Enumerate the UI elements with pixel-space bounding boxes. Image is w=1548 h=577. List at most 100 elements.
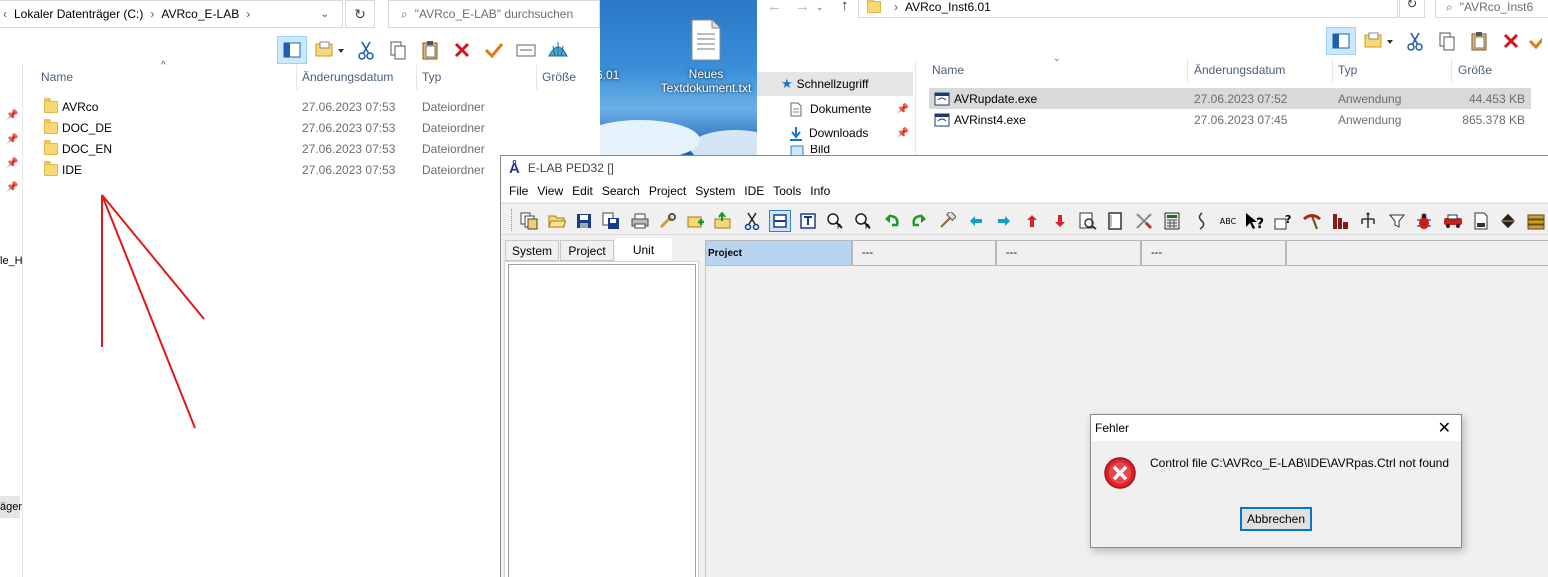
script-button[interactable] (1190, 210, 1212, 232)
search-input[interactable]: ⌕ "AVRco_Inst6 (1435, 0, 1548, 18)
chevron-down-icon[interactable]: ⌄ (816, 2, 824, 13)
nav-pane-divider[interactable] (22, 64, 23, 577)
arrow-down-button[interactable] (1049, 210, 1071, 232)
debug-button[interactable] (1413, 210, 1435, 232)
desktop-file-icon[interactable]: Neues Textdokument.txt (654, 18, 757, 95)
undo-button[interactable] (881, 210, 903, 232)
title-bar[interactable]: Å E-LAB PED32 [] (501, 156, 1548, 180)
preview-pane-button[interactable] (1326, 27, 1356, 55)
open-folder-button[interactable] (546, 210, 568, 232)
search-input[interactable]: ⌕ "AVRco_E-LAB" durchsuchen (388, 0, 600, 28)
preview-pane-button[interactable] (277, 36, 307, 64)
menu-system[interactable]: System (695, 184, 735, 198)
delete-button[interactable] (447, 36, 477, 64)
find-button[interactable]: F (824, 210, 846, 232)
breadcrumb-item[interactable]: Lokaler Datenträger (C:) (14, 7, 143, 21)
spellcheck-button[interactable]: ABC (1217, 210, 1239, 232)
chevron-down-icon[interactable]: ⌄ (321, 9, 329, 20)
help-button[interactable]: ? (1244, 210, 1266, 232)
cut-button[interactable] (351, 36, 381, 64)
tab-system[interactable]: System (505, 240, 559, 261)
open-files-button[interactable] (518, 210, 540, 232)
copy-button[interactable] (383, 36, 413, 64)
menu-file[interactable]: File (509, 184, 528, 198)
address-bar[interactable]: ‹ Lokaler Datenträger (C:) › AVRco_E-LAB… (0, 0, 343, 28)
arrow-right-button[interactable] (993, 210, 1015, 232)
file-row[interactable]: DOC_DE 27.06.2023 07:53 Dateiordner (40, 117, 590, 138)
filter-button[interactable] (1386, 210, 1408, 232)
file-row[interactable]: AVRupdate.exe 27.06.2023 07:52 Anwendung… (929, 88, 1531, 109)
editor-tab-project[interactable]: Project (705, 240, 852, 266)
breadcrumb-item[interactable]: AVRco_Inst6.01 (905, 0, 991, 14)
nav-item-documents[interactable]: Dokumente 📌 (757, 97, 913, 121)
editor-tab[interactable]: --- (852, 240, 996, 266)
books-button[interactable] (1525, 210, 1547, 232)
desktop-icon-label-fragment[interactable]: 6.01 (600, 68, 619, 82)
up-arrow-icon[interactable]: ↑ (841, 0, 849, 14)
column-header-date[interactable]: Änderungsdatum (302, 70, 393, 84)
column-divider[interactable] (416, 65, 417, 90)
column-divider[interactable] (1451, 58, 1452, 83)
column-header-size[interactable]: Größe (542, 70, 576, 84)
page-button[interactable] (1104, 210, 1126, 232)
cancel-button[interactable]: Abbrechen (1240, 507, 1312, 531)
print-button[interactable] (629, 210, 651, 232)
calculator-button[interactable] (1161, 210, 1183, 232)
column-header-name[interactable]: Name (932, 63, 964, 77)
rename-button[interactable] (1528, 27, 1542, 55)
menu-edit[interactable]: Edit (572, 184, 593, 198)
menu-ide[interactable]: IDE (744, 184, 764, 198)
upload-button[interactable] (712, 210, 734, 232)
back-arrow-icon[interactable]: ← (767, 0, 782, 15)
column-divider[interactable] (1332, 58, 1333, 83)
column-header-size[interactable]: Größe (1458, 63, 1492, 77)
nav-item-downloads[interactable]: Downloads 📌 (757, 121, 913, 145)
text-block-button[interactable] (797, 210, 819, 232)
forward-arrow-icon[interactable]: → (795, 0, 810, 15)
close-icon[interactable]: ✕ (1438, 418, 1451, 438)
menu-project[interactable]: Project (649, 184, 686, 198)
refresh-icon[interactable]: ↻ (1399, 0, 1425, 18)
split-view-button[interactable] (769, 210, 791, 232)
arrow-left-button[interactable] (965, 210, 987, 232)
nav-pane-divider[interactable] (915, 62, 916, 155)
column-header-date[interactable]: Änderungsdatum (1194, 63, 1285, 77)
editor-tab[interactable]: --- (996, 240, 1141, 266)
menu-search[interactable]: Search (602, 184, 640, 198)
arrow-up-button[interactable] (1021, 210, 1043, 232)
build-button[interactable] (1301, 210, 1323, 232)
column-divider[interactable] (536, 65, 537, 90)
settings-button[interactable] (657, 210, 679, 232)
shell-button[interactable] (543, 36, 573, 64)
menu-info[interactable]: Info (810, 184, 830, 198)
memory-button[interactable] (1470, 210, 1492, 232)
column-header-type[interactable]: Typ (1338, 63, 1357, 77)
file-row[interactable]: AVRinst4.exe 27.06.2023 07:45 Anwendung … (929, 109, 1531, 130)
wand-button[interactable] (936, 210, 958, 232)
toolbar-grip[interactable] (511, 209, 514, 231)
nav-item-fragment[interactable]: äger (0, 496, 22, 518)
tab-project[interactable]: Project (560, 240, 614, 261)
breadcrumb-item[interactable]: AVRco_E-LAB (161, 7, 239, 21)
address-bar[interactable]: › AVRco_Inst6.01 (858, 0, 1398, 18)
paste-button[interactable] (415, 36, 445, 64)
new-file-button[interactable] (685, 210, 707, 232)
copy-button[interactable] (1432, 27, 1462, 55)
chart-button[interactable] (1330, 210, 1352, 232)
redo-button[interactable] (908, 210, 930, 232)
vehicle-button[interactable] (1442, 210, 1464, 232)
rename-button[interactable] (479, 36, 509, 64)
preview-button[interactable] (1077, 210, 1099, 232)
unit-list[interactable] (508, 264, 696, 577)
editor-tab[interactable]: --- (1141, 240, 1286, 266)
menu-view[interactable]: View (537, 184, 563, 198)
tool-button[interactable] (1133, 210, 1155, 232)
tree-button[interactable] (1357, 210, 1379, 232)
nav-item-pictures[interactable]: Bild (757, 145, 913, 155)
column-header-name[interactable]: Name (41, 70, 73, 84)
refresh-icon[interactable]: ↻ (345, 0, 375, 28)
new-item-button[interactable] (309, 36, 349, 64)
file-row[interactable]: AVRco 27.06.2023 07:53 Dateiordner (40, 96, 590, 117)
new-item-button[interactable] (1358, 27, 1398, 55)
column-divider[interactable] (1187, 58, 1188, 83)
